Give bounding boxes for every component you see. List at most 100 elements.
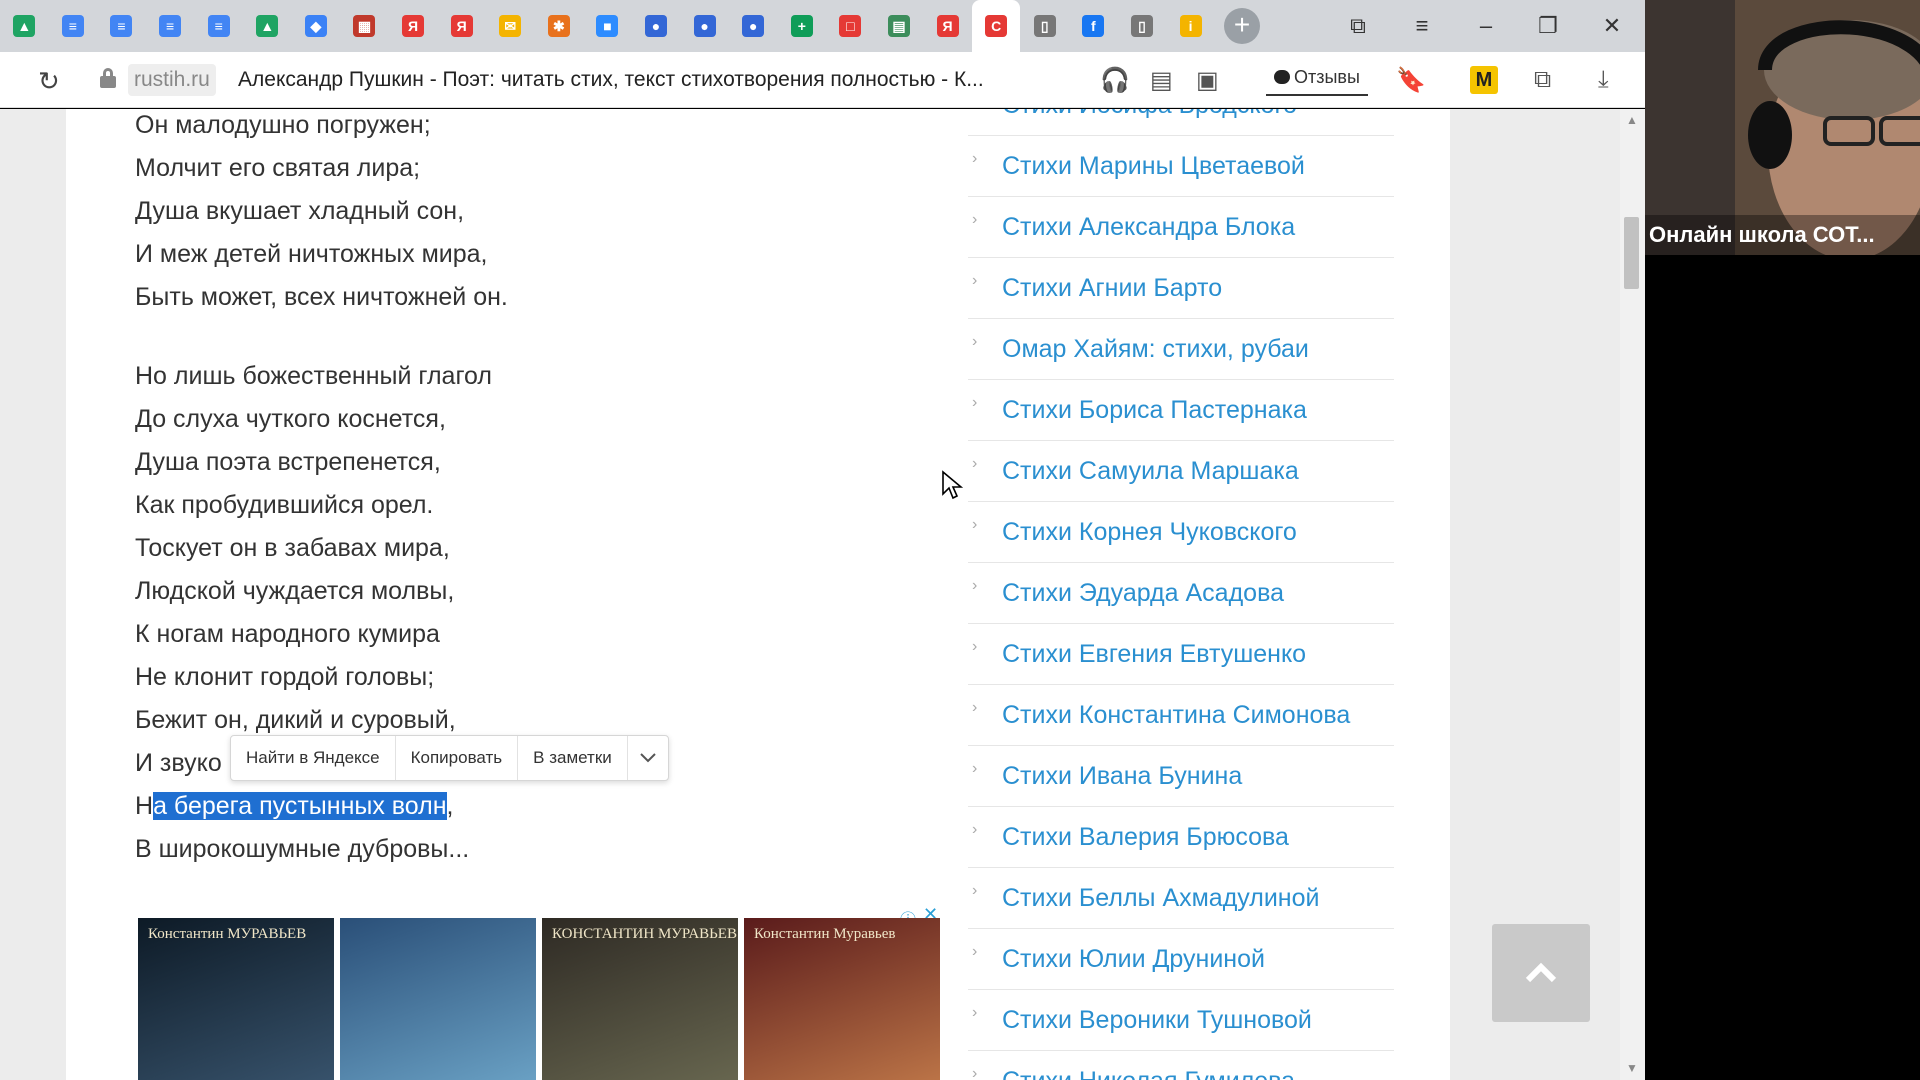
new-tab-button[interactable]: + [1224,8,1260,44]
tab[interactable]: □ [826,0,875,52]
sidebar-link[interactable]: Стихи Агнии Барто [1002,274,1222,303]
page-scrollbar[interactable]: ▲ ▼ [1620,109,1645,1080]
sidebar-link[interactable]: Стихи Ивана Бунина [1002,762,1242,791]
sidebar-link[interactable]: Стихи Евгения Евтушенко [1002,640,1306,669]
extension-icon[interactable]: М [1470,66,1498,94]
tab[interactable]: ● [680,0,729,52]
tab[interactable]: ◆ [292,0,341,52]
tab[interactable]: ▲ [243,0,292,52]
app-icon: ✱ [547,15,570,37]
tab[interactable]: ≡ [146,0,195,52]
sidebar-item[interactable]: › Стихи Николая Гумилева [968,1051,1394,1080]
sidebar-link[interactable]: Стихи Константина Симонова [1002,701,1350,730]
tab[interactable]: f [1069,0,1118,52]
sidebar-link[interactable]: Стихи Эдуарда Асадова [1002,579,1284,608]
tabs-menu-icon[interactable]: ⧉ [1326,0,1390,52]
tab[interactable]: ■ [583,0,632,52]
sidebar-item[interactable]: › Стихи Марины Цветаевой [968,136,1394,197]
collections-icon[interactable]: ⧉ [1534,66,1551,94]
tab[interactable]: C [971,0,1021,52]
sidebar-link[interactable]: Стихи Самуила Маршака [1002,457,1299,486]
sidebar-link[interactable]: Стихи Вероники Тушновой [1002,1006,1312,1035]
sidebar-item[interactable]: › Стихи Эдуарда Асадова [968,563,1394,624]
sidebar-item[interactable]: › Стихи Александра Блока [968,197,1394,258]
scroll-down-arrow-icon[interactable]: ▼ [1626,1061,1638,1075]
site-domain[interactable]: rustih.ru [128,64,216,96]
sidebar-item[interactable]: › Стихи Ивана Бунина [968,746,1394,807]
tab[interactable]: ✱ [535,0,584,52]
sheets-icon: + [790,15,813,37]
tab[interactable]: i [1166,0,1215,52]
reload-icon[interactable]: ↻ [38,66,60,97]
tab[interactable]: ● [729,0,778,52]
search-yandex-button[interactable]: Найти в Яндексе [231,736,396,780]
download-icon[interactable]: ⤓ [1598,66,1609,94]
add-to-notes-button[interactable]: В заметки [518,736,628,780]
sidebar-item[interactable]: ›Стихи Иосифа Бродского [968,109,1394,136]
tab[interactable]: ✉ [486,0,535,52]
headphones-icon[interactable]: 🎧 [1100,66,1130,95]
close-button[interactable]: ✕ [1580,0,1644,52]
scroll-to-top-button[interactable] [1492,924,1590,1022]
tab[interactable]: ≡ [194,0,243,52]
sidebar-link[interactable]: Стихи Валерия Брюсова [1002,823,1289,852]
sidebar-item[interactable]: › Стихи Вероники Тушновой [968,990,1394,1051]
bookmark-icon[interactable]: 🔖 [1396,66,1426,95]
sidebar-link[interactable]: Стихи Юлии Друниной [1002,945,1265,974]
sidebar-link[interactable]: Стихи Бориса Пастернака [1002,396,1307,425]
tab[interactable]: Я [923,0,972,52]
google-drive-icon: ▲ [13,15,36,37]
ad-book-cover[interactable] [340,918,536,1080]
tab[interactable]: ▯ [1118,0,1167,52]
sidebar-item[interactable]: › Омар Хайям: стихи, рубаи [968,319,1394,380]
sidebar-item[interactable]: › Стихи Бориса Пастернака [968,380,1394,441]
ad-book-cover[interactable]: Константин Муравьев [744,918,940,1080]
sidebar-link[interactable]: Омар Хайям: стихи, рубаи [1002,335,1309,364]
poem-line: Бежит он, дикий и суровый, [135,706,456,734]
sidebar-item[interactable]: › Стихи Валерия Брюсова [968,807,1394,868]
sidebar-link[interactable]: Стихи Иосифа Бродского [1002,109,1297,120]
scroll-up-arrow-icon[interactable]: ▲ [1626,113,1638,127]
board-icon: ▦ [353,15,376,37]
flag-ru-icon: ● [742,15,765,37]
sidebar-item[interactable]: › Стихи Корнея Чуковского [968,502,1394,563]
tab[interactable]: ▯ [1020,0,1069,52]
reviews-button[interactable]: Отзывы [1266,62,1368,96]
sidebar-item[interactable]: › Стихи Евгения Евтушенко [968,624,1394,685]
sidebar-item[interactable]: › Стихи Беллы Ахмадулиной [968,868,1394,929]
sidebar-item[interactable]: › Стихи Константина Симонова [968,685,1394,746]
sidebar-link[interactable]: Стихи Корнея Чуковского [1002,518,1297,547]
tab[interactable]: ▦ [340,0,389,52]
sidebar-link[interactable]: Стихи Александра Блока [1002,213,1295,242]
chevron-right-icon: › [972,638,978,655]
sidebar-item[interactable]: › Стихи Юлии Друниной [968,929,1394,990]
page-title[interactable]: Александр Пушкин - Поэт: читать стих, те… [238,64,984,96]
sidebar-link[interactable]: Стихи Беллы Ахмадулиной [1002,884,1319,913]
menu-icon[interactable]: ≡ [1390,0,1454,52]
sidebar-link[interactable]: Стихи Николая Гумилева [1002,1067,1295,1080]
selected-text: а берега пустынных волн [153,792,447,820]
sidebar-item[interactable]: › Стихи Самуила Маршака [968,441,1394,502]
lock-icon[interactable] [100,68,116,88]
tab[interactable]: ≡ [49,0,98,52]
poem-line: И звуко [135,749,222,777]
tab[interactable]: Я [437,0,486,52]
sidebar-item[interactable]: › Стихи Агнии Барто [968,258,1394,319]
reader-mode-icon[interactable]: ▤ [1150,66,1173,95]
poem-line: И меж детей ничтожных мира, [135,240,488,268]
tab[interactable]: ● [632,0,681,52]
scrollbar-thumb[interactable] [1624,217,1639,289]
copy-button[interactable]: Копировать [396,736,519,780]
tab[interactable]: Я [389,0,438,52]
minimize-button[interactable]: – [1454,0,1518,52]
translate-icon[interactable]: ▣ [1196,66,1219,95]
sidebar-link[interactable]: Стихи Марины Цветаевой [1002,152,1305,181]
restore-button[interactable]: ❐ [1516,0,1580,52]
tab[interactable]: + [778,0,827,52]
tab[interactable]: ≡ [97,0,146,52]
ad-book-cover[interactable]: Константин МУРАВЬЕВ [138,918,334,1080]
chevron-down-icon[interactable] [628,736,668,780]
tab[interactable]: ▤ [875,0,924,52]
tab[interactable]: ▲ [0,0,49,52]
ad-book-cover[interactable]: КОНСТАНТИН МУРАВЬЕВ [542,918,738,1080]
